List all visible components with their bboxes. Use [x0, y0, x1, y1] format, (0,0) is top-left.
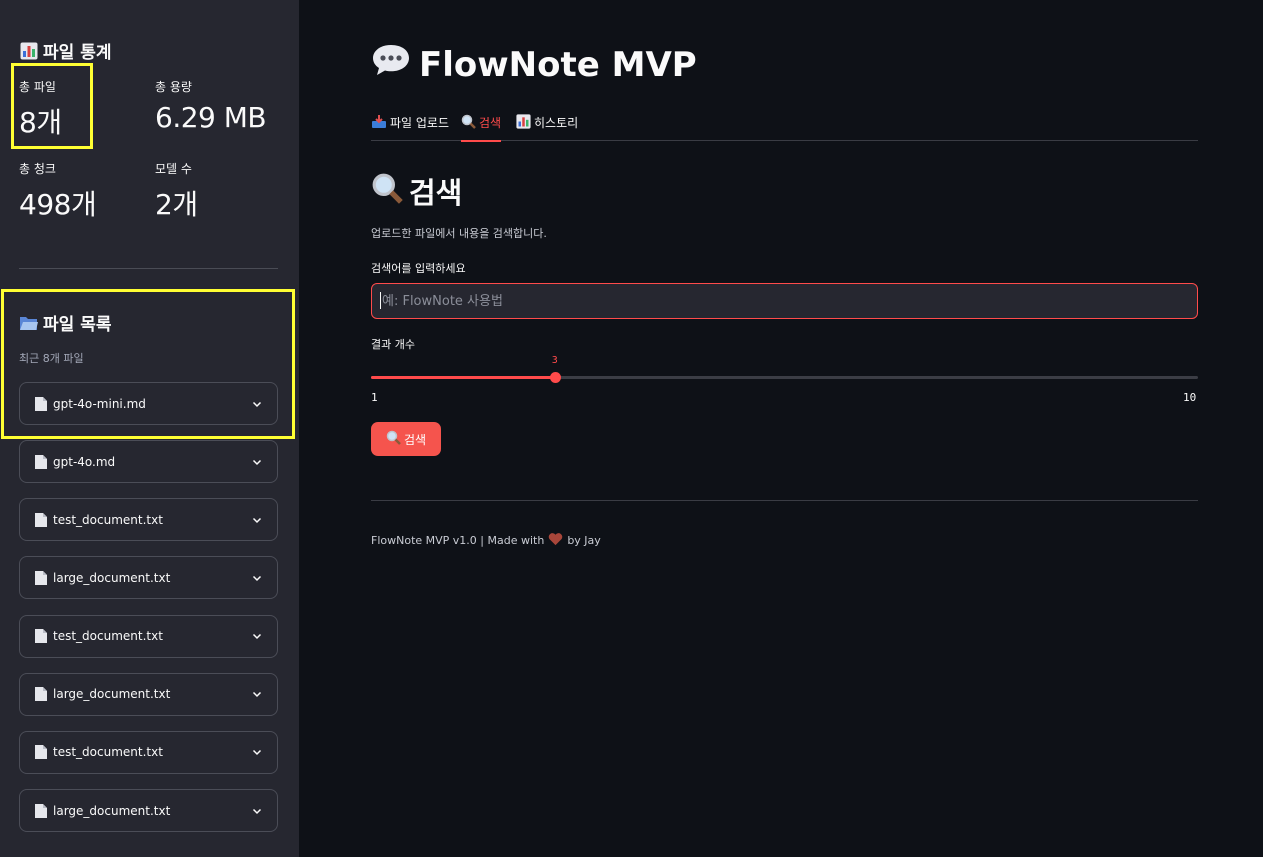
document-icon	[34, 628, 48, 644]
open-folder-icon	[19, 313, 39, 333]
search-description: 업로드한 파일에서 내용을 검색합니다.	[371, 227, 547, 240]
chevron-down-icon	[251, 514, 263, 526]
inbox-tray-icon	[371, 114, 387, 132]
file-expander[interactable]: test_document.txt	[19, 614, 278, 658]
metric-value: 8개	[19, 106, 62, 139]
slider-fill	[371, 376, 555, 379]
metric-value: 2개	[155, 188, 198, 221]
stats-heading: 파일 통계	[19, 38, 111, 63]
metric-model-count: 모델 수 2개	[155, 160, 198, 223]
files-caption: 최근 8개 파일	[19, 352, 84, 365]
tab-history[interactable]: 히스토리	[516, 108, 578, 141]
file-name: gpt-4o.md	[53, 454, 116, 469]
heart-icon	[548, 532, 563, 549]
slider-value: 3	[551, 355, 558, 366]
tab-label: 파일 업로드	[390, 116, 450, 130]
chevron-down-icon	[251, 572, 263, 584]
chevron-down-icon	[251, 630, 263, 642]
search-section-title: 검색	[371, 170, 462, 212]
search-section-title-text: 검색	[409, 176, 463, 210]
file-expander[interactable]: gpt-4o.md	[19, 440, 278, 484]
tab-search[interactable]: 검색	[461, 108, 502, 142]
files-heading-text: 파일 목록	[43, 315, 112, 335]
chevron-down-icon	[251, 805, 263, 817]
chevron-down-icon	[251, 398, 263, 410]
file-name: large_document.txt	[53, 803, 171, 818]
document-icon	[34, 396, 48, 412]
file-name: test_document.txt	[53, 745, 163, 760]
metric-label: 총 용량	[155, 80, 192, 94]
chevron-down-icon	[251, 746, 263, 758]
bar-chart-icon	[516, 113, 531, 132]
metric-label: 총 파일	[19, 80, 56, 94]
stats-heading-text: 파일 통계	[43, 43, 112, 63]
footer: FlowNote MVP v1.0 | Made with by Jay	[371, 532, 601, 549]
file-name: test_document.txt	[53, 512, 163, 527]
file-expander[interactable]: test_document.txt	[19, 498, 278, 542]
bar-chart-icon	[19, 41, 39, 61]
text-caret	[380, 292, 381, 309]
document-icon	[34, 803, 48, 819]
file-name: test_document.txt	[53, 629, 163, 644]
page-title: FlowNote MVP	[371, 42, 697, 87]
tab-label: 검색	[479, 116, 502, 130]
file-expander[interactable]: large_document.txt	[19, 789, 278, 833]
metric-label: 모델 수	[155, 162, 192, 176]
search-button-label: 검색	[403, 432, 427, 447]
file-expander[interactable]: large_document.txt	[19, 556, 278, 600]
document-icon	[34, 570, 48, 586]
document-icon	[34, 512, 48, 528]
document-icon	[34, 744, 48, 760]
speech-bubble-icon	[371, 42, 411, 87]
metric-total-size: 총 용량 6.29 MB	[155, 78, 267, 134]
tab-bar: 파일 업로드 검색 히스토리	[371, 108, 1198, 142]
file-expander[interactable]: large_document.txt	[19, 672, 278, 716]
page-title-text: FlowNote MVP	[419, 44, 697, 85]
metric-value: 498개	[19, 188, 97, 221]
main-divider	[371, 500, 1198, 501]
files-heading: 파일 목록	[19, 310, 111, 335]
metric-label: 총 청크	[19, 162, 56, 176]
file-name: large_document.txt	[53, 570, 171, 585]
slider-thumb[interactable]	[549, 372, 561, 383]
search-input-label: 검색어를 입력하세요	[371, 262, 466, 275]
chevron-down-icon	[251, 456, 263, 468]
magnifier-icon	[386, 430, 401, 448]
slider-min: 1	[371, 391, 378, 404]
metric-value: 6.29 MB	[155, 101, 267, 134]
file-name: gpt-4o-mini.md	[53, 396, 146, 411]
magnifier-icon	[371, 172, 403, 211]
footer-text-after: by Jay	[567, 534, 601, 547]
document-icon	[34, 454, 48, 470]
chevron-down-icon	[251, 688, 263, 700]
tab-label: 히스토리	[534, 116, 579, 130]
file-expander[interactable]: test_document.txt	[19, 730, 278, 774]
tab-upload[interactable]: 파일 업로드	[371, 108, 449, 141]
metric-total-files: 총 파일 8개	[19, 78, 62, 141]
sidebar-divider	[19, 268, 278, 269]
result-count-label: 결과 개수	[371, 338, 415, 351]
file-expander[interactable]: gpt-4o-mini.md	[19, 382, 278, 425]
search-button[interactable]: 검색	[371, 422, 441, 456]
metric-total-chunks: 총 청크 498개	[19, 160, 97, 223]
slider-max: 10	[1183, 391, 1197, 404]
footer-text-before: FlowNote MVP v1.0 | Made with	[371, 534, 545, 547]
file-name: large_document.txt	[53, 687, 171, 702]
sidebar: 파일 통계 총 파일 8개 총 용량 6.29 MB 총 청크 498개 모델 …	[0, 0, 299, 857]
result-count-slider[interactable]: 3	[371, 355, 1198, 383]
search-input[interactable]	[371, 283, 1198, 319]
magnifier-icon	[461, 114, 476, 132]
document-icon	[34, 686, 48, 702]
